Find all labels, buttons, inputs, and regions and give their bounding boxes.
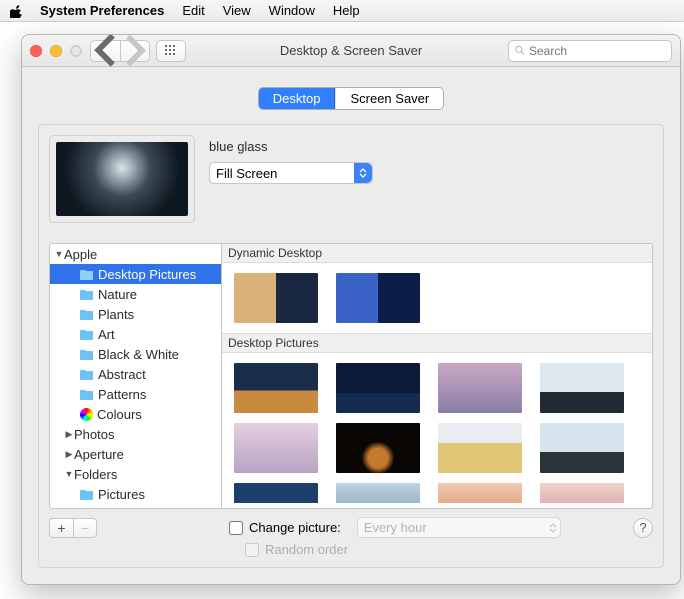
section-desktop-pictures: Desktop Pictures: [222, 333, 652, 353]
wallpaper-gallery[interactable]: Dynamic Desktop Desktop Pictures: [222, 244, 652, 508]
forward-button[interactable]: [120, 40, 150, 62]
tab-screen-saver[interactable]: Screen Saver: [335, 88, 443, 109]
search-field[interactable]: [508, 40, 672, 62]
menu-view[interactable]: View: [223, 3, 251, 18]
sidebar-item-plants[interactable]: Plants: [50, 304, 221, 324]
wallpaper-name-label: blue glass: [209, 139, 373, 154]
folder-icon: [80, 288, 94, 300]
remove-folder-button: −: [73, 518, 97, 538]
dropdown-arrows-icon: [549, 523, 557, 533]
wallpaper-thumb[interactable]: [438, 423, 522, 473]
wallpaper-thumb[interactable]: [540, 483, 624, 503]
menubar-app-name[interactable]: System Preferences: [40, 3, 164, 18]
wallpaper-thumb[interactable]: [336, 423, 420, 473]
wallpaper-thumb[interactable]: [234, 273, 318, 323]
apple-menu-icon[interactable]: [10, 4, 24, 18]
sidebar-item-bw[interactable]: Black & White: [50, 344, 221, 364]
source-sidebar[interactable]: ▼Apple Desktop Pictures Nature Plants Ar…: [50, 244, 222, 508]
search-icon: [515, 45, 525, 56]
search-input[interactable]: [529, 44, 665, 58]
sidebar-item-patterns[interactable]: Patterns: [50, 384, 221, 404]
wallpaper-thumb[interactable]: [234, 423, 318, 473]
wallpaper-thumb[interactable]: [336, 363, 420, 413]
menu-window[interactable]: Window: [269, 3, 315, 18]
sidebar-item-aperture[interactable]: ▶Aperture: [50, 444, 221, 464]
folder-icon: [80, 348, 94, 360]
fit-mode-value: Fill Screen: [216, 166, 277, 181]
wallpaper-thumb[interactable]: [540, 423, 624, 473]
wallpaper-thumb[interactable]: [438, 363, 522, 413]
folder-icon: [80, 308, 94, 320]
sidebar-item-apple[interactable]: ▼Apple: [50, 244, 221, 264]
section-dynamic-desktop: Dynamic Desktop: [222, 244, 652, 263]
preferences-window: Desktop & Screen Saver Desktop Screen Sa…: [21, 34, 681, 585]
zoom-icon[interactable]: [70, 45, 82, 57]
back-button[interactable]: [90, 40, 120, 62]
menu-help[interactable]: Help: [333, 3, 360, 18]
system-menubar: System Preferences Edit View Window Help: [0, 0, 684, 22]
wallpaper-preview-image: [56, 142, 188, 216]
folder-icon: [80, 488, 94, 500]
wallpaper-thumb[interactable]: [234, 483, 318, 503]
folder-icon: [80, 328, 94, 340]
change-interval-dropdown: Every hour: [357, 517, 561, 538]
fit-mode-dropdown[interactable]: Fill Screen: [209, 162, 373, 184]
menu-edit[interactable]: Edit: [182, 3, 204, 18]
random-order-checkbox: Random order: [245, 542, 653, 557]
sidebar-item-art[interactable]: Art: [50, 324, 221, 344]
folder-icon: [80, 368, 94, 380]
sidebar-item-desktop-pictures[interactable]: Desktop Pictures: [50, 264, 221, 284]
sidebar-item-folders[interactable]: ▼Folders: [50, 464, 221, 484]
wallpaper-thumb[interactable]: [336, 273, 420, 323]
wallpaper-thumb[interactable]: [234, 363, 318, 413]
sidebar-item-photos[interactable]: ▶Photos: [50, 424, 221, 444]
wallpaper-thumb[interactable]: [540, 363, 624, 413]
sidebar-item-nature[interactable]: Nature: [50, 284, 221, 304]
wallpaper-thumb[interactable]: [438, 483, 522, 503]
sidebar-item-colours[interactable]: Colours: [50, 404, 221, 424]
minimize-icon[interactable]: [50, 45, 62, 57]
sidebar-item-pictures-folder[interactable]: Pictures: [50, 484, 221, 504]
wallpaper-preview: [49, 135, 195, 223]
change-picture-checkbox[interactable]: Change picture:: [229, 520, 341, 535]
dropdown-arrows-icon: [354, 163, 372, 183]
show-all-button[interactable]: [156, 40, 186, 62]
folder-icon: [80, 268, 94, 280]
window-titlebar: Desktop & Screen Saver: [22, 35, 680, 67]
tab-bar: Desktop Screen Saver: [258, 87, 444, 110]
add-folder-button[interactable]: +: [49, 518, 73, 538]
sidebar-item-abstract[interactable]: Abstract: [50, 364, 221, 384]
tab-desktop[interactable]: Desktop: [259, 88, 336, 109]
help-button[interactable]: ?: [633, 518, 653, 538]
color-wheel-icon: [80, 408, 93, 421]
folder-icon: [80, 388, 94, 400]
close-icon[interactable]: [30, 45, 42, 57]
wallpaper-thumb[interactable]: [336, 483, 420, 503]
